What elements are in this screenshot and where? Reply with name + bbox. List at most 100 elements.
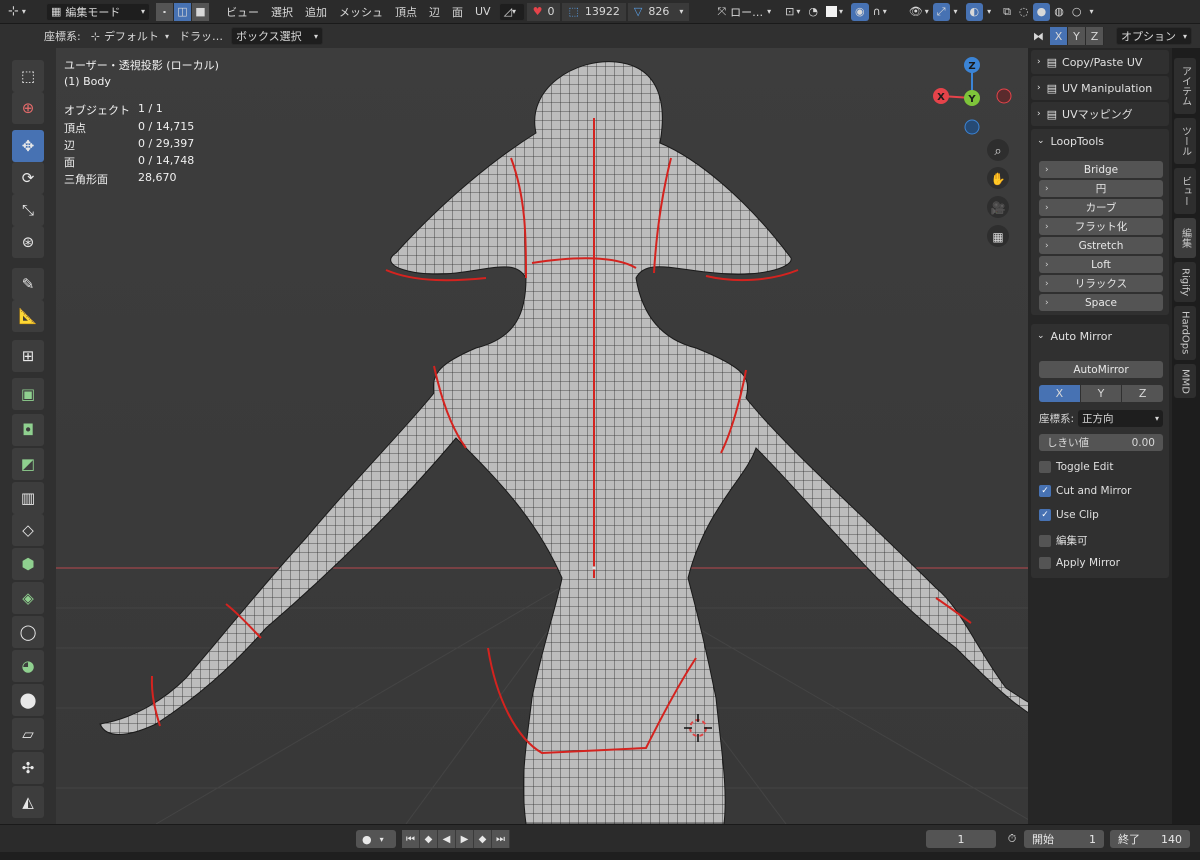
face-stat[interactable]: ▽ 826 ▾ — [627, 2, 690, 21]
panel-copy-paste-uv[interactable]: › ▤ Copy/Paste UV — [1031, 50, 1169, 74]
mode-dropdown[interactable]: ▦ 編集モード ▾ — [46, 2, 150, 21]
mirror-x-toggle[interactable]: X — [1050, 27, 1068, 45]
tab-mmd[interactable]: MMD — [1174, 364, 1196, 398]
threshold-field[interactable]: しきい値 0.00 — [1039, 434, 1163, 451]
next-keyframe-button[interactable]: ◆ — [474, 830, 492, 848]
axis-z-toggle[interactable]: Z — [1122, 385, 1164, 402]
tab-item[interactable]: アイテム — [1174, 58, 1196, 114]
select-box-dropdown[interactable]: ボックス選択 ▾ — [230, 27, 323, 45]
automirror-header[interactable]: ⌄ Auto Mirror — [1031, 324, 1169, 348]
falloff-toggle[interactable]: ◉ — [851, 2, 869, 21]
snap-dropdown[interactable]: ⊡ ▾ — [781, 3, 804, 21]
start-frame-field[interactable]: 開始 1 — [1024, 830, 1104, 848]
looptools-relax-button[interactable]: › リラックス — [1039, 275, 1163, 292]
edge-select-icon[interactable]: ◫ — [174, 2, 192, 21]
axis-x-toggle[interactable]: X — [1039, 385, 1080, 402]
gizmo-dropdown[interactable]: ▾ — [950, 3, 962, 21]
select-box-tool[interactable]: ⬚ — [12, 60, 44, 92]
edge-slide-tool[interactable]: ◕ — [12, 650, 44, 682]
current-frame-field[interactable]: 1 — [926, 830, 996, 848]
rendered-shading[interactable]: ○ — [1068, 3, 1086, 21]
smooth-tool[interactable]: ◯ — [12, 616, 44, 648]
hidden-stat[interactable]: ♥ 0 — [526, 2, 561, 21]
pivot-dropdown[interactable]: ⤧ ロー… ▾ — [713, 3, 775, 21]
shrink-tool[interactable]: ⬤ — [12, 684, 44, 716]
looptools-space-button[interactable]: › Space — [1039, 294, 1163, 311]
color-dropdown[interactable]: ▾ — [822, 3, 847, 21]
overlay-toggle[interactable]: ◐ — [965, 2, 984, 21]
editor-type-dropdown[interactable]: ⊹ ▾ — [4, 3, 40, 21]
gizmo-toggle[interactable]: ⤢ — [932, 2, 950, 21]
gizmo-neg-x-handle[interactable] — [996, 88, 1012, 104]
shear-tool[interactable]: ▱ — [12, 718, 44, 750]
annotate-tool[interactable]: ✎ — [12, 268, 44, 300]
looptools-bridge-button[interactable]: › Bridge — [1039, 161, 1163, 178]
xray-toggle[interactable]: ⧉ — [999, 3, 1015, 21]
rip-tool[interactable]: ✣ — [12, 752, 44, 784]
extrude-tool[interactable]: ▣ — [12, 378, 44, 410]
bisect-tool[interactable]: ◭ — [12, 786, 44, 818]
scale-tool[interactable]: ⤡ — [12, 194, 44, 226]
shading-dropdown[interactable]: ▾ — [1085, 3, 1097, 21]
play-reverse-button[interactable]: ◀ — [438, 830, 456, 848]
apply-mirror-checkbox[interactable]: Apply Mirror — [1039, 557, 1120, 569]
solid-shading[interactable]: ● — [1032, 2, 1051, 21]
end-frame-field[interactable]: 終了 140 — [1110, 830, 1190, 848]
menu-vertex[interactable]: 頂点 — [389, 2, 423, 22]
inset-tool[interactable]: ◘ — [12, 414, 44, 446]
orientation-dropdown[interactable]: 正方向 ▾ — [1078, 410, 1163, 427]
visibility-dropdown[interactable]: 👁 ▾ — [905, 3, 933, 21]
axis-y-toggle[interactable]: Y — [1080, 385, 1122, 402]
mirror-y-toggle[interactable]: Y — [1068, 27, 1086, 45]
poly-build-tool[interactable]: ⬢ — [12, 548, 44, 580]
cursor-tool[interactable]: ⊕ — [12, 92, 44, 124]
vertex-select-icon[interactable]: ⬝ — [156, 2, 174, 21]
looptools-header[interactable]: ⌄ LoopTools — [1031, 129, 1169, 153]
tab-rigify[interactable]: Rigify — [1174, 262, 1196, 302]
uv-sync-dropdown[interactable]: ◿ ▾ — [498, 2, 525, 21]
keyframe-dropdown[interactable]: ● ▾ — [356, 830, 396, 848]
play-button[interactable]: ▶ — [456, 830, 474, 848]
tab-tool[interactable]: ツール — [1174, 118, 1196, 164]
looptools-curve-button[interactable]: › カーブ — [1039, 199, 1163, 216]
cut-and-mirror-checkbox[interactable]: ✓ Cut and Mirror — [1039, 485, 1131, 497]
loop-cut-tool[interactable]: ▥ — [12, 482, 44, 514]
proportional-toggle[interactable]: ◔ — [804, 3, 822, 21]
knife-tool[interactable]: ◇ — [12, 514, 44, 546]
tab-hardops[interactable]: HardOps — [1174, 306, 1196, 360]
jump-end-button[interactable]: ⏭ — [492, 830, 510, 848]
looptools-flatten-button[interactable]: › フラット化 — [1039, 218, 1163, 235]
spin-tool[interactable]: ◈ — [12, 582, 44, 614]
tab-edit[interactable]: 編集 — [1174, 218, 1196, 258]
bevel-tool[interactable]: ◩ — [12, 448, 44, 480]
menu-select[interactable]: 選択 — [265, 2, 299, 22]
menu-edge[interactable]: 辺 — [423, 2, 446, 22]
3d-viewport[interactable]: Z X Y ⌕ ✋ 🎥 ▦ ユーザー・透視投影 (ローカル) (1) Body … — [56, 48, 1172, 824]
toggle-edit-checkbox[interactable]: Toggle Edit — [1039, 461, 1113, 473]
mirror-z-toggle[interactable]: Z — [1086, 27, 1104, 45]
panel-uv-mapping[interactable]: › ▤ UVマッピング — [1031, 102, 1169, 126]
tab-view[interactable]: ビュー — [1174, 168, 1196, 214]
face-select-icon[interactable]: ■ — [192, 2, 210, 21]
looptools-loft-button[interactable]: › Loft — [1039, 256, 1163, 273]
looptools-gstretch-button[interactable]: › Gstretch — [1039, 237, 1163, 254]
use-clip-checkbox[interactable]: ✓ Use Clip — [1039, 509, 1099, 521]
move-tool[interactable]: ✥ — [12, 130, 44, 162]
wireframe-shading[interactable]: ◌ — [1015, 3, 1033, 21]
menu-mesh[interactable]: メッシュ — [333, 2, 389, 22]
material-shading[interactable]: ◍ — [1050, 3, 1068, 21]
automirror-button[interactable]: AutoMirror — [1039, 361, 1163, 378]
menu-face[interactable]: 面 — [446, 2, 469, 22]
falloff-dropdown[interactable]: ∩ ▾ — [869, 3, 891, 21]
jump-start-button[interactable]: ⏮ — [402, 830, 420, 848]
gizmo-neg-z-handle[interactable] — [964, 119, 980, 135]
panel-uv-manipulation[interactable]: › ▤ UV Manipulation — [1031, 76, 1169, 100]
looptools-circle-button[interactable]: › 円 — [1039, 180, 1163, 197]
editable-checkbox[interactable]: 編集可 — [1039, 533, 1088, 548]
add-cube-tool[interactable]: ⊞ — [12, 340, 44, 372]
stopwatch-icon[interactable]: ⏱ — [1004, 830, 1020, 848]
orientation-dropdown[interactable]: ⊹ デフォルト ▾ — [87, 27, 173, 45]
rotate-tool[interactable]: ⟳ — [12, 162, 44, 194]
options-dropdown[interactable]: オプション ▾ — [1116, 27, 1192, 45]
transform-tool[interactable]: ⊛ — [12, 226, 44, 258]
